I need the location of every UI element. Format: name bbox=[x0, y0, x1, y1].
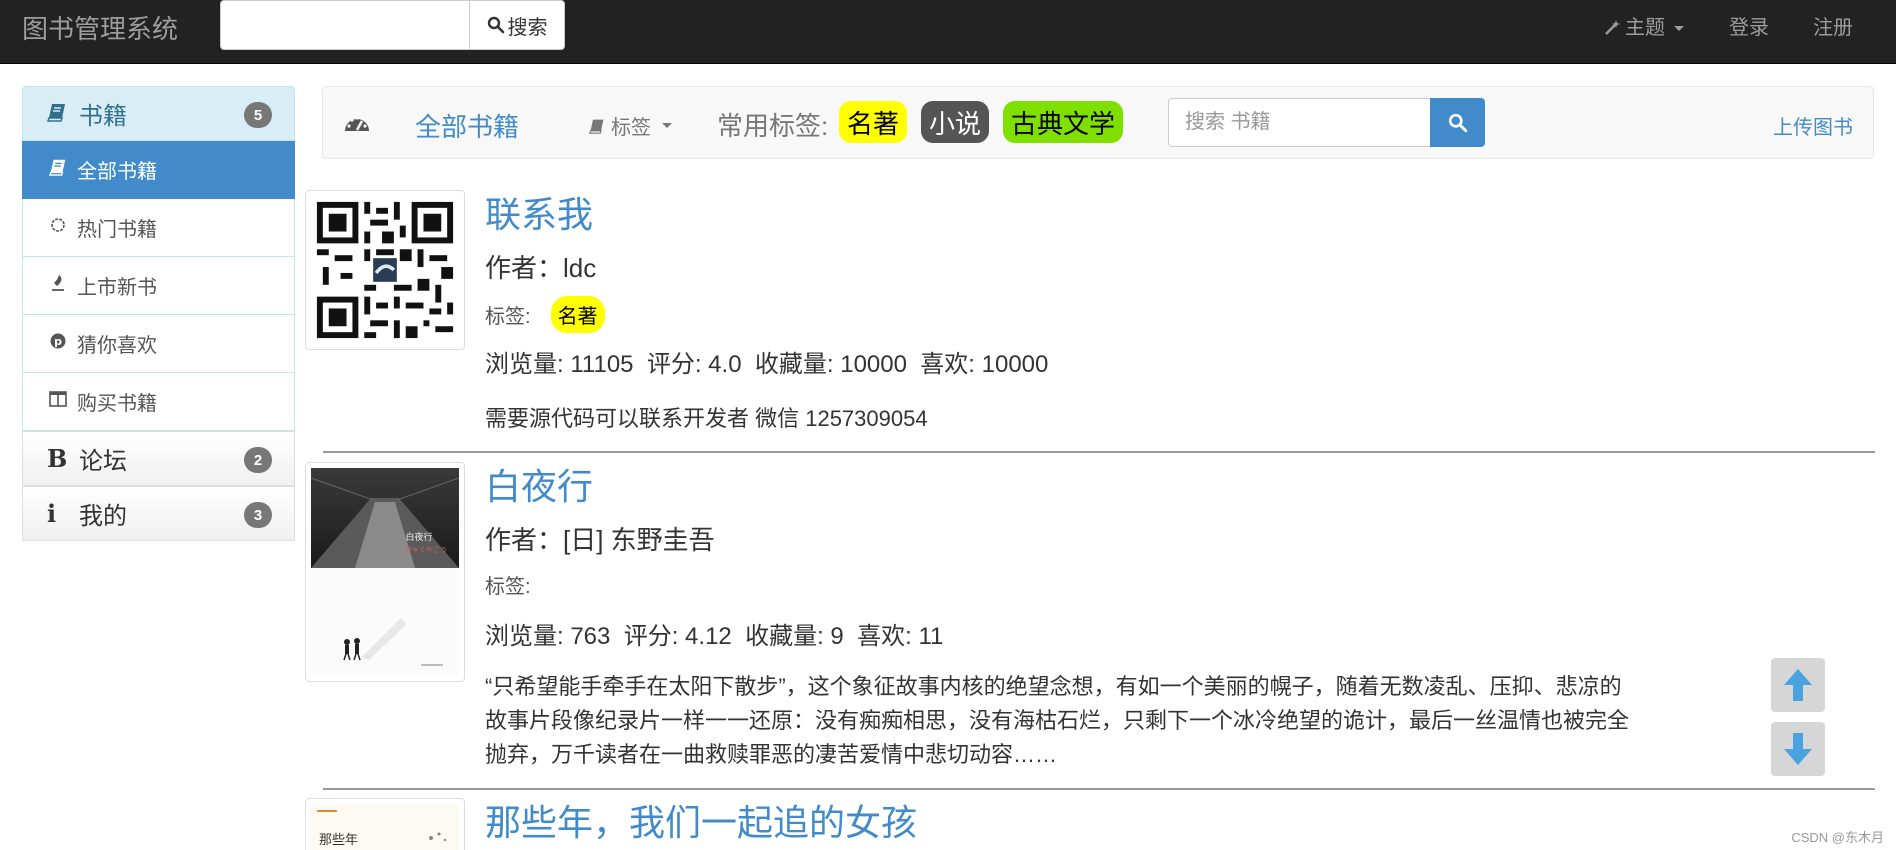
watermark-text: CSDN @东木月 bbox=[1791, 830, 1884, 845]
sidebar-item-new-books[interactable]: 上市新书 bbox=[22, 257, 295, 315]
book-icon bbox=[46, 99, 79, 128]
book-title[interactable]: 联系我 bbox=[485, 186, 593, 238]
navbar-search-button[interactable]: 搜索 bbox=[469, 0, 565, 50]
book-stats: 浏览量: 763 评分: 4.12 收藏量: 9 喜欢: 11 bbox=[485, 623, 944, 650]
book-item: 那些年 那些年，我们一起追的女孩 bbox=[305, 798, 1875, 850]
cover-subtitle: びゃくやこう bbox=[405, 546, 447, 554]
sidebar-header-mine[interactable]: i 我的 3 bbox=[22, 486, 295, 541]
tag-pill[interactable]: 名著 bbox=[550, 296, 605, 333]
book-item: 白夜行 びゃくやこう 白夜行 作者：[日] 东野圭吾 标签: 浏览量: 763 … bbox=[305, 462, 1875, 782]
common-tag-xiaoshuo[interactable]: 小说 bbox=[921, 101, 990, 143]
book-title[interactable]: 那些年，我们一起追的女孩 bbox=[485, 794, 917, 846]
book-cover-image: 那些年 bbox=[311, 804, 459, 850]
chevron-down-icon bbox=[1674, 25, 1684, 31]
sidebar-item-all-books[interactable]: 全部书籍 bbox=[22, 141, 295, 199]
count-badge: 3 bbox=[244, 502, 272, 528]
sidebar-item-label: 上市新书 bbox=[77, 277, 157, 299]
brand-title[interactable]: 图书管理系统 bbox=[22, 14, 178, 44]
book-cover[interactable]: 白夜行 びゃくやこう bbox=[305, 462, 465, 682]
book-stats: 浏览量: 11105 评分: 4.0 收藏量: 10000 喜欢: 10000 bbox=[485, 351, 1049, 378]
sidebar-item-label: 热门书籍 bbox=[77, 219, 157, 241]
theme-dropdown[interactable]: 主题 bbox=[1603, 16, 1684, 40]
tags-dropdown[interactable]: 标签 bbox=[589, 111, 672, 140]
sidebar-item-hot-books[interactable]: 热门书籍 bbox=[22, 199, 295, 257]
sidebar: 书籍 5 全部书籍 热门书籍 上市新书 p 猜你喜欢 购买书籍 B 论坛 2 i… bbox=[22, 86, 295, 541]
all-books-link[interactable]: 全部书籍 bbox=[415, 107, 519, 144]
scroll-bottom-button[interactable] bbox=[1771, 722, 1825, 776]
search-icon bbox=[1448, 113, 1467, 132]
book-tags: 标签: bbox=[485, 570, 531, 599]
top-navbar: 图书管理系统 搜索 主题 登录 注册 bbox=[0, 0, 1896, 64]
sidebar-header-label: 书籍 bbox=[79, 103, 127, 130]
sidebar-header-forum[interactable]: B 论坛 2 bbox=[22, 431, 295, 486]
count-badge: 2 bbox=[244, 447, 272, 473]
register-link[interactable]: 注册 bbox=[1813, 16, 1853, 40]
divider bbox=[323, 788, 1875, 790]
book-search-input[interactable] bbox=[1168, 98, 1431, 147]
book-filter-bar: 全部书籍 标签 常用标签: 名著 小说 古典文学 上传图书 bbox=[322, 86, 1874, 159]
sidebar-header-books[interactable]: 书籍 5 bbox=[22, 86, 295, 141]
sidebar-item-buy-books[interactable]: 购买书籍 bbox=[22, 373, 295, 431]
svg-text:p: p bbox=[54, 335, 62, 348]
navbar-search-label: 搜索 bbox=[507, 16, 548, 39]
sidebar-item-guess-you-like[interactable]: p 猜你喜欢 bbox=[22, 315, 295, 373]
info-icon: i bbox=[47, 499, 57, 528]
sidebar-header-label: 我的 bbox=[79, 503, 127, 530]
book-item: 联系我 作者：ldc 标签: 名著 浏览量: 11105 评分: 4.0 收藏量… bbox=[305, 190, 1875, 450]
tags-dropdown-label: 标签 bbox=[611, 117, 651, 139]
cover-title: 那些年 bbox=[319, 833, 358, 848]
qr-code-image[interactable] bbox=[305, 190, 465, 350]
bold-icon: B bbox=[47, 444, 68, 473]
pinterest-icon: p bbox=[47, 332, 69, 356]
common-tags-label: 常用标签: bbox=[717, 111, 829, 141]
arrow-down-icon bbox=[1784, 733, 1812, 765]
common-tag-mingzhu[interactable]: 名著 bbox=[839, 101, 908, 143]
common-tag-gudian[interactable]: 古典文学 bbox=[1003, 101, 1124, 143]
qr-code-icon bbox=[311, 196, 459, 344]
arrow-up-icon bbox=[1784, 669, 1812, 701]
upload-book-link[interactable]: 上传图书 bbox=[1773, 111, 1853, 140]
magic-wand-icon bbox=[1605, 20, 1620, 35]
book-author: 作者：ldc bbox=[485, 253, 597, 283]
divider bbox=[323, 451, 1875, 453]
count-badge: 5 bbox=[244, 102, 272, 128]
tags-label: 标签: bbox=[485, 306, 531, 328]
book-tags: 标签: 名著 bbox=[485, 296, 605, 333]
navbar-search-input[interactable] bbox=[220, 0, 470, 50]
book-cover-image: 白夜行 びゃくやこう bbox=[310, 468, 460, 676]
book-search-button[interactable] bbox=[1430, 98, 1485, 147]
book-description: 需要源代码可以联系开发者 微信 1257309054 bbox=[485, 406, 928, 431]
scroll-top-button[interactable] bbox=[1771, 658, 1825, 712]
tags-label: 标签: bbox=[485, 576, 531, 598]
pen-icon bbox=[47, 274, 69, 298]
columns-icon bbox=[47, 390, 69, 413]
book-icon bbox=[589, 119, 604, 134]
sidebar-header-label: 论坛 bbox=[79, 448, 127, 475]
fire-icon bbox=[47, 216, 69, 240]
theme-label: 主题 bbox=[1625, 17, 1665, 39]
login-link[interactable]: 登录 bbox=[1729, 16, 1769, 40]
book-icon bbox=[47, 158, 69, 182]
book-title[interactable]: 白夜行 bbox=[485, 458, 593, 510]
book-cover[interactable]: 那些年 bbox=[305, 798, 465, 850]
sidebar-item-label: 全部书籍 bbox=[77, 161, 157, 183]
sidebar-item-label: 猜你喜欢 bbox=[77, 335, 157, 357]
book-description: “只希望能手牵手在太阳下散步”，这个象征故事内核的绝望念想，有如一个美丽的幌子，… bbox=[485, 674, 1630, 767]
sidebar-item-label: 购买书籍 bbox=[77, 393, 157, 415]
search-icon bbox=[487, 16, 504, 34]
cover-title: 白夜行 bbox=[405, 531, 432, 543]
book-author: 作者：[日] 东野圭吾 bbox=[485, 525, 715, 555]
chevron-down-icon bbox=[662, 123, 672, 128]
dashboard-icon[interactable] bbox=[343, 111, 371, 142]
